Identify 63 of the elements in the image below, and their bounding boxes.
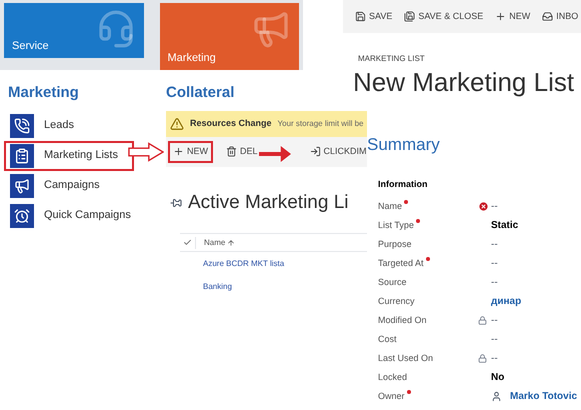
field-label: Last Used On: [378, 352, 434, 365]
field-value: No: [491, 371, 504, 385]
notification-bar: Resources Change Your storage limit will be: [166, 110, 367, 136]
toolbar-button[interactable]: SAVE & CLOSE: [404, 10, 484, 24]
table-link[interactable]: Azure BCDR MKT lista: [203, 258, 284, 270]
pin-icon: [170, 196, 182, 209]
toolbar-button[interactable]: DEL: [221, 140, 263, 162]
section-title: Collateral: [166, 83, 236, 103]
app-tile[interactable]: Service: [4, 3, 144, 58]
field-label: List Type: [378, 218, 414, 232]
field-value: --: [491, 333, 498, 347]
section-title: Summary: [367, 134, 441, 156]
save-icon: [355, 11, 366, 22]
enter-icon: [310, 146, 321, 157]
nav-item[interactable]: Leads: [4, 110, 134, 140]
group-title: Information: [378, 178, 428, 190]
trash-icon: [226, 146, 237, 157]
save-close-icon: [404, 11, 416, 22]
field-value: Static: [491, 219, 518, 233]
toolbar-button[interactable]: NEW: [495, 10, 530, 24]
field-value: --: [491, 352, 498, 366]
entity-label: MARKETING LIST: [358, 53, 426, 65]
field-value: --: [491, 314, 498, 328]
field-value: --: [491, 238, 498, 252]
table-link[interactable]: Banking: [203, 280, 232, 292]
field-value: --: [491, 257, 498, 271]
toolbar-button[interactable]: CLICKDIMI: [304, 140, 367, 162]
owner-link[interactable]: Marko Totovic: [510, 389, 578, 404]
toolbar-button[interactable]: INBO: [542, 10, 578, 24]
clock-icon: [14, 208, 30, 224]
form-title: New Marketing List: [353, 66, 576, 99]
field-label: Source: [378, 276, 407, 289]
app-tile[interactable]: Marketing: [160, 3, 299, 70]
field-label: Modified On: [378, 314, 427, 327]
clipboard-icon: [14, 148, 30, 164]
warning-icon: [170, 116, 184, 130]
field-value: --: [491, 200, 498, 214]
pointer-arrow: [259, 146, 291, 162]
field-label: Targeted At: [378, 256, 424, 270]
plus-icon: [495, 11, 506, 22]
field-label: Cost: [378, 332, 397, 346]
sort-arrow-icon: [227, 238, 236, 246]
plus-icon: [173, 146, 184, 157]
inbox-icon: [542, 11, 554, 22]
field-label: Owner: [378, 390, 405, 403]
toolbar-button[interactable]: NEW: [168, 140, 213, 162]
select-all-icon: [183, 238, 192, 247]
field-link[interactable]: динар: [491, 294, 522, 309]
field-label: Locked: [378, 370, 408, 384]
field-value: --: [491, 276, 498, 290]
field-label: Name: [378, 200, 402, 213]
view-title: Active Marketing Li: [188, 190, 349, 214]
phone-icon: [14, 118, 30, 134]
field-label: Purpose: [378, 238, 412, 251]
section-title: Marketing: [8, 83, 80, 103]
toolbar-button[interactable]: SAVE: [355, 10, 392, 24]
column-header[interactable]: Name: [204, 236, 226, 248]
megaphone-icon: [14, 178, 30, 194]
nav-item[interactable]: Quick Campaigns: [4, 200, 134, 230]
outline-arrow: [128, 142, 164, 162]
field-label: Currency: [378, 294, 415, 308]
nav-item[interactable]: Marketing Lists: [4, 140, 134, 170]
nav-item[interactable]: Campaigns: [4, 170, 134, 200]
